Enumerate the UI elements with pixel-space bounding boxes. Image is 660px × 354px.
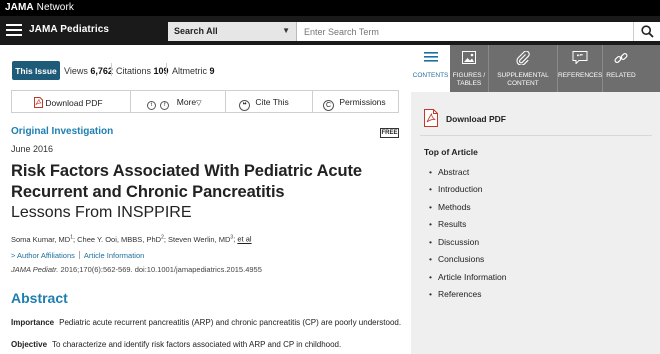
rail-tabs: CONTENTS FIGURES / TABLES SUPPLEMENTAL C… xyxy=(411,45,660,92)
tab-references[interactable]: ❝❞ REFERENCES xyxy=(558,45,602,92)
permissions-label: Permissions xyxy=(339,97,386,107)
author-affiliations-link[interactable]: > Author Affiliations xyxy=(11,251,75,260)
divider xyxy=(420,135,652,136)
tab-contents[interactable]: CONTENTS xyxy=(411,45,450,92)
citation-line: JAMA Pediatr. 2016;170(6):562-569. doi:1… xyxy=(11,265,262,274)
article-toolbar: Download PDF t f More▽ ❝ Cite This C Per… xyxy=(11,90,399,113)
altmetric-stat[interactable]: Altmetric 9 xyxy=(172,66,215,76)
author-link[interactable]: ; Steven Werlin, MD3 xyxy=(164,234,233,244)
article-type-link[interactable]: Original Investigation xyxy=(11,126,113,137)
image-icon xyxy=(462,51,476,64)
divider xyxy=(130,91,131,112)
twitter-icon[interactable]: t xyxy=(147,101,156,110)
author-list: Soma Kumar, MD1; Chee Y. Ooi, MBBS, PhD2… xyxy=(11,234,252,244)
network-bar: JAMA Network xyxy=(0,0,660,16)
this-issue-button[interactable]: This Issue xyxy=(12,61,60,80)
author-link[interactable]: ; Chee Y. Ooi, MBBS, PhD2 xyxy=(73,234,164,244)
cite-this-button[interactable]: ❝ Cite This xyxy=(239,91,289,112)
more-label: More xyxy=(176,97,197,107)
toc-heading: Top of Article xyxy=(424,147,478,157)
toc-item-methods[interactable]: Methods xyxy=(429,202,471,212)
rail-download-pdf-link[interactable]: Download PDF xyxy=(446,114,506,124)
toc-item-references[interactable]: References xyxy=(429,289,482,299)
chevron-down-icon: ▽ xyxy=(196,100,202,107)
toc-item-abstract[interactable]: Abstract xyxy=(429,167,469,177)
tab-supplemental-content[interactable]: SUPPLEMENTAL CONTENT xyxy=(489,45,557,92)
et-al-link[interactable]: et al xyxy=(237,235,251,244)
divider xyxy=(166,63,167,76)
tab-figures-tables[interactable]: FIGURES / TABLES xyxy=(450,45,488,92)
pdf-icon[interactable] xyxy=(424,109,438,127)
free-badge: FREE xyxy=(380,128,399,138)
facebook-icon[interactable]: f xyxy=(160,101,170,110)
caret-down-icon: ▼ xyxy=(282,26,290,35)
search-button[interactable] xyxy=(633,22,660,41)
link-icon xyxy=(614,52,628,64)
list-icon xyxy=(423,52,438,62)
pdf-icon xyxy=(34,97,43,108)
divider xyxy=(312,91,313,112)
divider xyxy=(225,91,226,112)
publication-date: June 2016 xyxy=(11,144,54,154)
search-input[interactable] xyxy=(297,22,633,41)
toc-item-introduction[interactable]: Introduction xyxy=(429,184,483,194)
speech-bubble-icon: ❝❞ xyxy=(572,51,588,64)
article-subtitle: Lessons From INSPPIRE xyxy=(11,204,192,221)
toc-item-article-information[interactable]: Article Information xyxy=(429,272,506,282)
cite-this-label: Cite This xyxy=(255,97,289,107)
citations-stat[interactable]: Citations 109 xyxy=(116,66,169,76)
affiliation-row: > Author Affiliations Article Information xyxy=(11,251,144,260)
article-information-link[interactable]: Article Information xyxy=(84,251,144,260)
author-link[interactable]: Soma Kumar, MD1 xyxy=(11,234,73,244)
search-category-label: Search All xyxy=(174,26,218,36)
tab-related[interactable]: RELATED xyxy=(603,45,639,92)
abstract-objective: Objective To characterize and identify ri… xyxy=(11,340,342,349)
paperclip-icon xyxy=(516,51,530,65)
copyright-icon: C xyxy=(323,100,334,111)
site-header: JAMA Pediatrics Search All ▼ xyxy=(0,16,660,45)
abstract-heading: Abstract xyxy=(11,290,68,306)
tab-spacer xyxy=(639,45,660,92)
jama-network-logo[interactable]: JAMA Network xyxy=(5,2,74,13)
download-pdf-button[interactable]: Download PDF xyxy=(34,91,103,112)
share-icons: t f More▽ xyxy=(147,91,202,112)
menu-icon[interactable] xyxy=(6,24,22,36)
article-title: Risk Factors Associated With Pediatric A… xyxy=(11,162,362,201)
more-button[interactable]: More▽ xyxy=(177,97,202,107)
toc-item-discussion[interactable]: Discussion xyxy=(429,237,479,247)
permissions-button[interactable]: C Permissions xyxy=(323,91,386,112)
search-category-select[interactable]: Search All ▼ xyxy=(168,22,297,41)
views-stat: Views 6,762 xyxy=(64,66,113,76)
abstract-importance: Importance Pediatric acute recurrent panc… xyxy=(11,318,402,327)
toc-item-results[interactable]: Results xyxy=(429,219,466,229)
search-icon xyxy=(641,25,654,38)
divider xyxy=(78,251,80,259)
quote-icon: ❝ xyxy=(239,100,250,111)
download-pdf-label: Download PDF xyxy=(45,98,103,108)
divider xyxy=(111,63,112,76)
toc-item-conclusions[interactable]: Conclusions xyxy=(429,254,484,264)
journal-logo[interactable]: JAMA Pediatrics xyxy=(29,24,109,35)
svg-text:❝❞: ❝❞ xyxy=(577,54,583,61)
